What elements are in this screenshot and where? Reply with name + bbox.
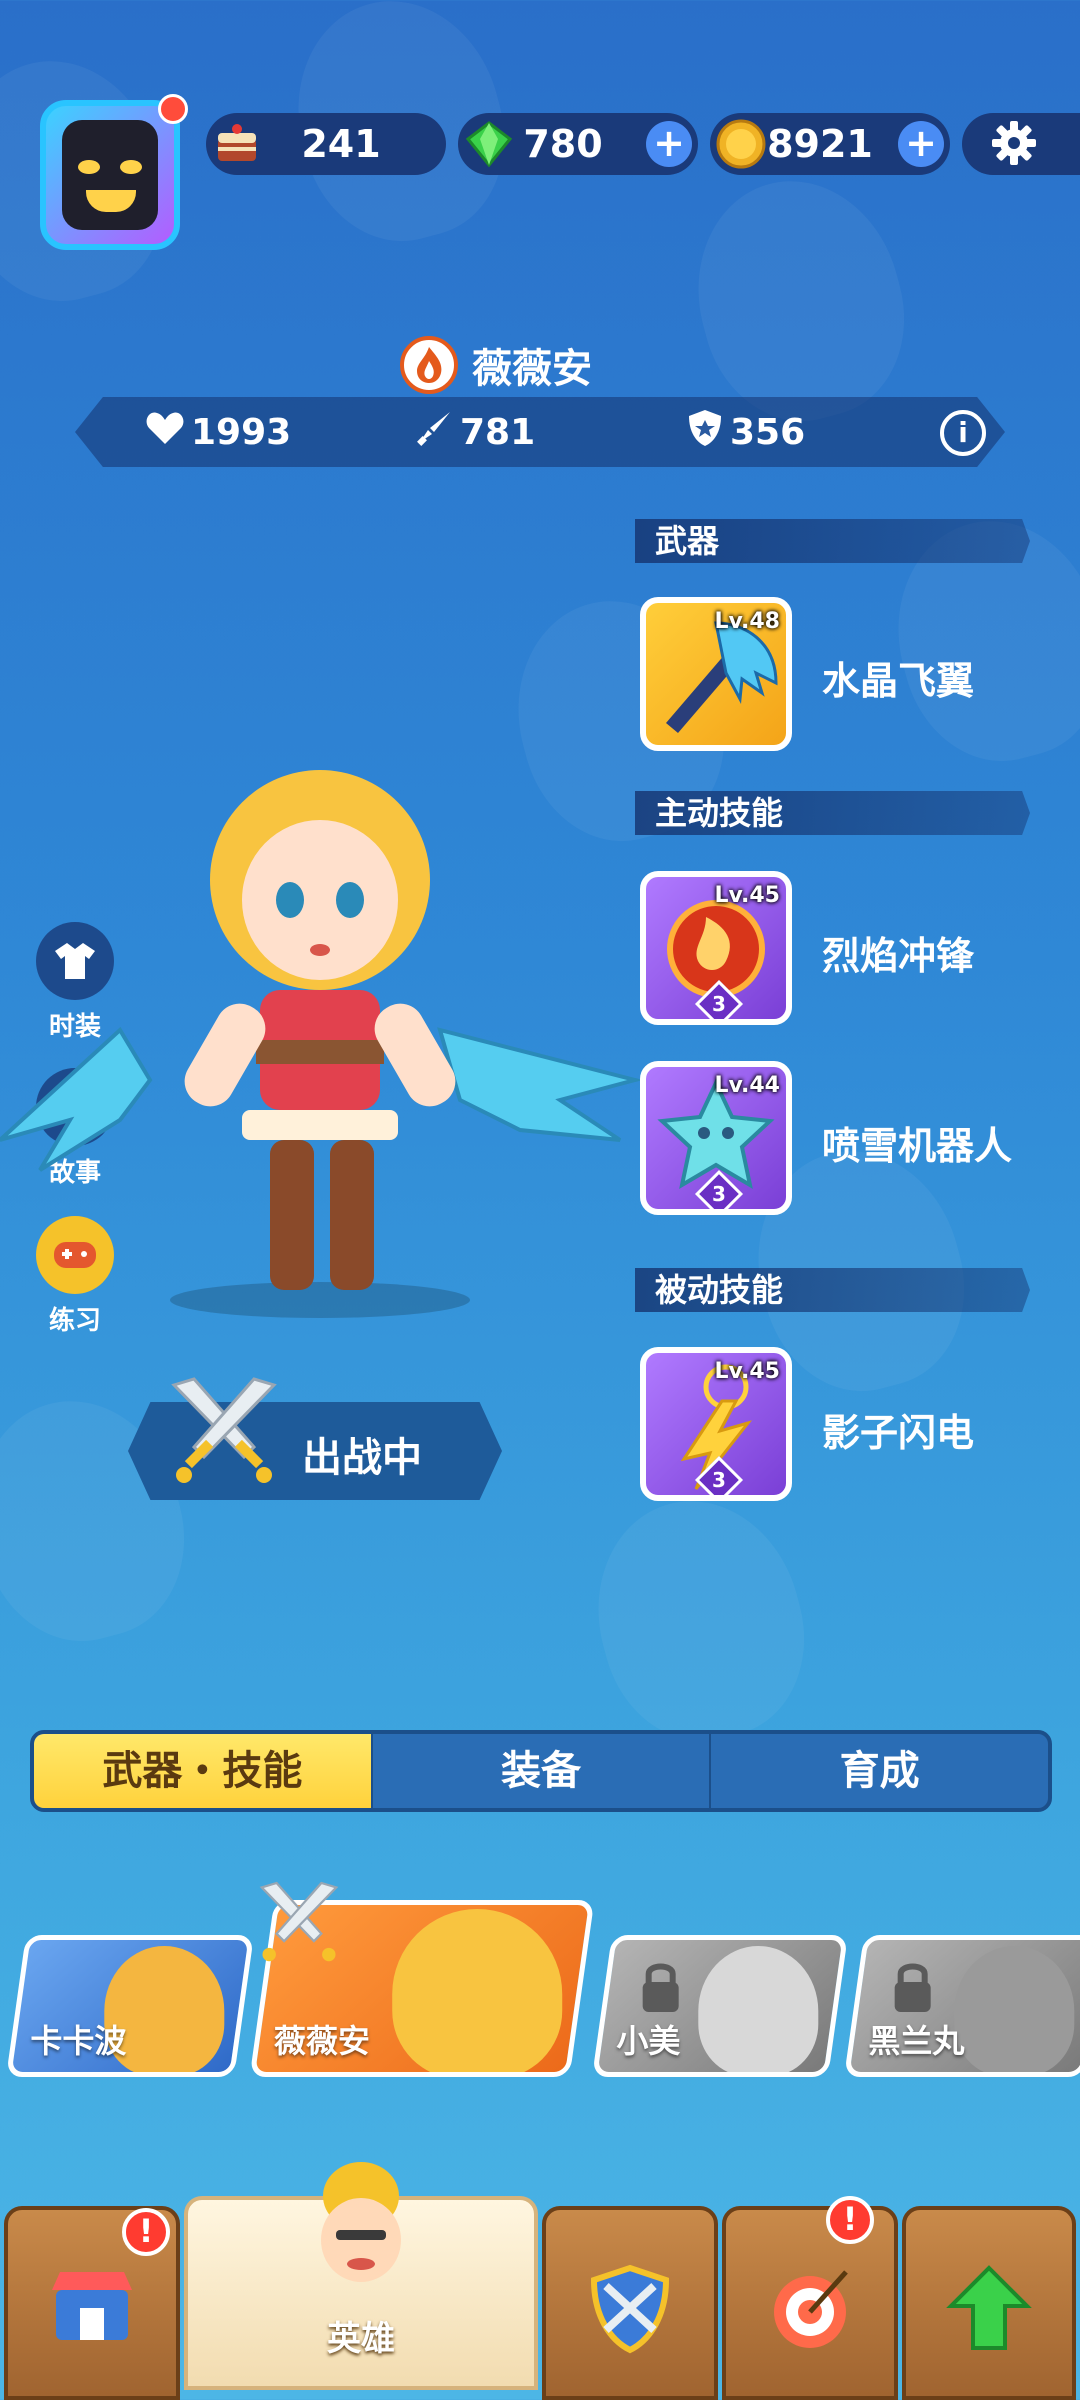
alert-badge: ! <box>122 2208 170 2256</box>
lock-icon <box>892 1960 934 2014</box>
notification-dot <box>158 94 188 124</box>
hero-title: 薇薇安 <box>400 335 592 395</box>
tab-equipment[interactable]: 装备 <box>373 1734 712 1808</box>
nav-battle[interactable] <box>542 2206 718 2400</box>
nav-heroes-label: 英雄 <box>327 2319 395 2359</box>
weapon-card[interactable]: Lv.48 <box>640 597 792 751</box>
hero-card-name: 薇薇安 <box>273 2022 370 2060</box>
coin-counter: 8921 + <box>710 113 950 175</box>
avatar-eye <box>120 160 142 174</box>
info-icon[interactable]: i <box>940 410 986 456</box>
active-skill-card-1[interactable]: Lv.45 3 <box>640 871 792 1025</box>
weapon-name: 水晶飞翼 <box>822 659 975 703</box>
active-skill-1-level: Lv.45 <box>714 883 780 908</box>
settings-button[interactable] <box>962 113 1080 175</box>
upgrade-arrow-icon <box>941 2260 1037 2356</box>
nav-target[interactable]: ! <box>722 2196 898 2400</box>
blade-icon <box>414 408 454 457</box>
avatar-eye <box>78 160 100 174</box>
background-decoration <box>572 1478 828 1762</box>
attack-value: 781 <box>460 411 536 453</box>
hp-stat: 1993 <box>145 397 291 467</box>
tab-weapon-skills[interactable]: 武器・技能 <box>34 1734 373 1808</box>
passive-skill-1-name: 影子闪电 <box>822 1411 975 1455</box>
lock-icon <box>640 1960 682 2014</box>
hero-character-model <box>0 700 643 1320</box>
active-skill-2-level: Lv.44 <box>714 1073 780 1098</box>
active-skill-1-name: 烈焰冲锋 <box>822 934 975 978</box>
crossed-swords-icon <box>254 1880 344 1962</box>
hp-value: 1993 <box>191 411 292 453</box>
add-gems-button[interactable]: + <box>646 121 692 167</box>
passive-skill-card-1[interactable]: Lv.45 3 <box>640 1347 792 1501</box>
hero-name: 薇薇安 <box>472 346 592 392</box>
hero-card-kakabo[interactable]: 卡卡波 <box>6 1935 254 2077</box>
active-skill-card-2[interactable]: Lv.44 3 <box>640 1061 792 1215</box>
battle-shield-icon <box>582 2260 678 2356</box>
player-avatar[interactable] <box>40 94 188 250</box>
active-skill-2-name: 喷雪机器人 <box>822 1124 1013 1168</box>
passive-skill-1-level: Lv.45 <box>714 1359 780 1384</box>
nav-upgrade[interactable] <box>902 2206 1076 2400</box>
deploy-label: 出战中 <box>302 1435 422 1481</box>
defense-stat: 356 <box>686 397 805 467</box>
weapon-section-header: 武器 <box>635 519 1030 563</box>
loadout-tabs: 武器・技能 装备 育成 <box>30 1730 1052 1812</box>
passive-skills-header: 被动技能 <box>635 1268 1030 1312</box>
hero-card-heilanwan[interactable]: 黑兰丸 <box>844 1935 1080 2077</box>
cake-count: 241 <box>301 122 381 166</box>
hero-card-name: 卡卡波 <box>30 2022 127 2060</box>
tab-training[interactable]: 育成 <box>711 1734 1048 1808</box>
nav-shop[interactable]: ! <box>4 2206 180 2400</box>
gear-icon <box>990 119 1038 176</box>
fire-icon <box>400 336 458 394</box>
cake-counter: 241 <box>206 113 446 175</box>
shield-icon <box>686 408 724 457</box>
gem-counter: 780 + <box>458 113 698 175</box>
add-coins-button[interactable]: + <box>898 121 944 167</box>
avatar-face <box>62 120 158 230</box>
shop-icon <box>44 2260 140 2356</box>
hero-card-name: 黑兰丸 <box>868 2022 965 2060</box>
alert-badge: ! <box>826 2196 874 2244</box>
hero-portrait <box>954 1946 1075 2076</box>
active-skills-header: 主动技能 <box>635 791 1030 835</box>
avatar-mouth <box>86 190 136 212</box>
defense-value: 356 <box>730 411 806 453</box>
nav-heroes[interactable]: 英雄 <box>184 2162 538 2390</box>
hero-card-xiaomei[interactable]: 小美 <box>592 1935 848 2077</box>
hero-portrait <box>698 1946 819 2076</box>
hero-card-name: 小美 <box>616 2022 681 2060</box>
attack-stat: 781 <box>414 397 535 467</box>
hero-portrait-icon <box>306 2160 416 2300</box>
weapon-level: Lv.48 <box>714 609 780 634</box>
hero-portrait <box>392 1909 563 2077</box>
crossed-swords-icon <box>164 1375 284 1485</box>
target-icon <box>762 2260 858 2356</box>
heart-icon <box>145 410 185 455</box>
